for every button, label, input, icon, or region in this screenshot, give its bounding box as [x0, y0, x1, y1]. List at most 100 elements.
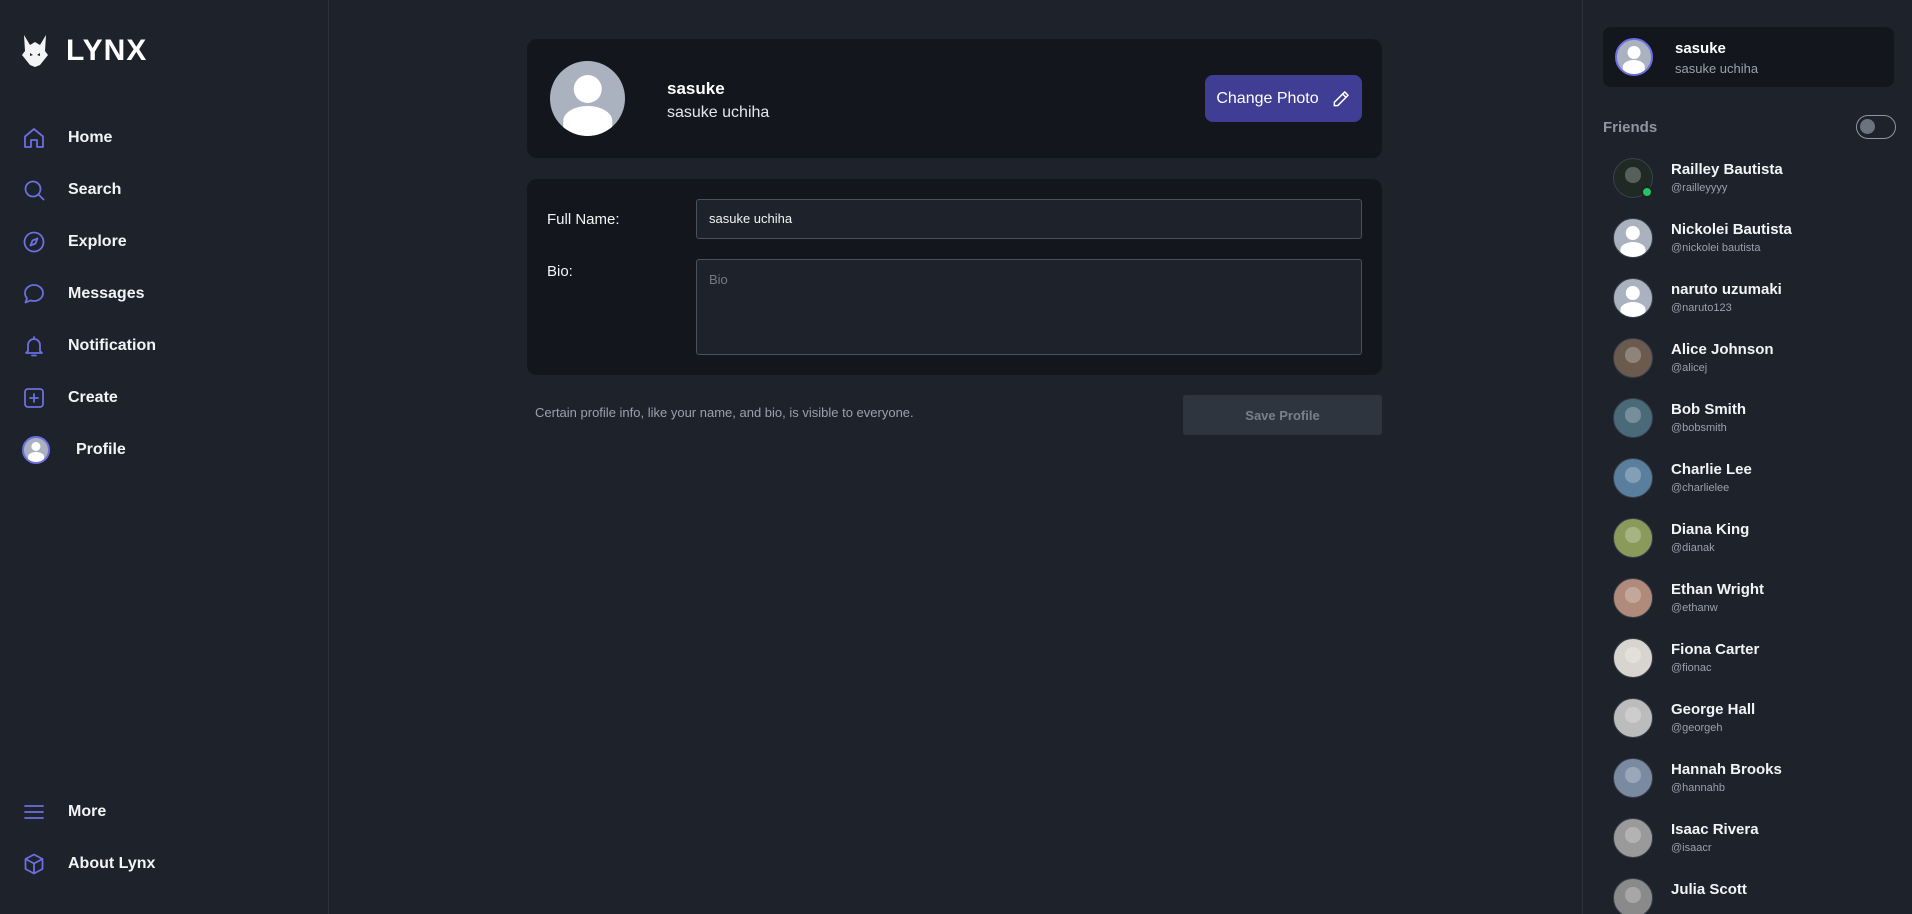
nav-item-notification[interactable]: Notification: [22, 320, 156, 372]
friend-name: Ethan Wright: [1671, 581, 1765, 598]
nav-label: Profile: [76, 441, 126, 458]
visibility-note: Certain profile info, like your name, an…: [535, 405, 914, 420]
friend-name: Bob Smith: [1671, 401, 1746, 418]
bio-textarea[interactable]: [696, 259, 1362, 355]
nav-label: More: [68, 803, 107, 820]
friend-item[interactable]: Nickolei Bautista @nickolei bautista: [1613, 218, 1893, 278]
nav-item-more[interactable]: More: [22, 786, 155, 838]
friend-avatar: [1613, 338, 1653, 378]
friend-avatar: [1613, 578, 1653, 618]
full-name-input[interactable]: sasuke uchiha: [696, 199, 1362, 239]
friend-avatar: [1613, 278, 1653, 318]
change-photo-button[interactable]: Change Photo: [1205, 75, 1362, 122]
profile-avatar: [550, 61, 625, 136]
current-full-name: sasuke uchiha: [1675, 61, 1759, 76]
profile-username: sasuke: [667, 79, 725, 98]
friend-item[interactable]: Hannah Brooks @hannahb: [1613, 758, 1893, 818]
nav-item-messages[interactable]: Messages: [22, 268, 156, 320]
pencil-icon: [1333, 90, 1349, 106]
nav-item-explore[interactable]: Explore: [22, 216, 156, 268]
bio-label: Bio:: [547, 263, 573, 280]
friend-name: Charlie Lee: [1671, 461, 1752, 478]
full-name-label: Full Name:: [547, 211, 620, 228]
friend-avatar: [1613, 698, 1653, 738]
friend-item[interactable]: Julia Scott: [1613, 878, 1893, 914]
nav-label: Create: [68, 389, 118, 406]
friend-item[interactable]: Charlie Lee @charlielee: [1613, 458, 1893, 518]
friend-name: George Hall: [1671, 701, 1756, 718]
search-icon: [24, 180, 45, 201]
friend-name: naruto uzumaki: [1671, 281, 1782, 298]
edit-profile-form: Full Name: sasuke uchiha Bio:: [527, 179, 1382, 375]
plus-square-icon: [24, 388, 44, 408]
friend-avatar: [1613, 758, 1653, 798]
friend-handle: @alicej: [1671, 362, 1708, 374]
profile-full-name: sasuke uchiha: [667, 104, 770, 121]
friend-handle: @charlielee: [1671, 482, 1730, 494]
friend-avatar: [1613, 878, 1653, 914]
friend-item[interactable]: Bob Smith @bobsmith: [1613, 398, 1893, 458]
current-user-card[interactable]: sasuke sasuke uchiha: [1603, 27, 1894, 87]
right-sidebar: sasuke sasuke uchiha Friends Railley Bau…: [1582, 0, 1912, 914]
bell-icon: [25, 336, 43, 357]
friend-handle: @bobsmith: [1671, 422, 1727, 434]
friends-heading: Friends: [1603, 119, 1658, 136]
message-icon: [24, 284, 44, 304]
friend-name: Isaac Rivera: [1671, 821, 1759, 838]
friend-name: Hannah Brooks: [1671, 761, 1782, 778]
brand-logo[interactable]: LYNX: [22, 34, 147, 68]
nav-label: Home: [68, 129, 113, 146]
friend-item[interactable]: George Hall @georgeh: [1613, 698, 1893, 758]
friend-item[interactable]: Fiona Carter @fionac: [1613, 638, 1893, 698]
friend-item[interactable]: Isaac Rivera @isaacr: [1613, 818, 1893, 878]
toggle-knob: [1860, 119, 1875, 134]
nav-label: Notification: [68, 337, 156, 354]
avatar: [1615, 38, 1653, 76]
lynx-logo-icon: [22, 35, 48, 67]
friend-item[interactable]: Alice Johnson @alicej: [1613, 338, 1893, 398]
friend-handle: @hannahb: [1671, 782, 1725, 794]
nav-label: Messages: [68, 285, 145, 302]
profile-header-card: sasuke sasuke uchiha Change Photo: [527, 39, 1382, 158]
friend-avatar: [1613, 518, 1653, 558]
friends-toggle[interactable]: [1856, 115, 1896, 139]
friend-name: Fiona Carter: [1671, 641, 1760, 658]
friend-name: Diana King: [1671, 521, 1750, 538]
change-photo-label: Change Photo: [1216, 89, 1319, 107]
friend-item[interactable]: Diana King @dianak: [1613, 518, 1893, 578]
friend-item[interactable]: Railley Bautista @railleyyyy: [1613, 158, 1893, 218]
nav-item-about[interactable]: About Lynx: [22, 838, 155, 890]
friend-handle: @georgeh: [1671, 722, 1723, 734]
friend-avatar: [1613, 398, 1653, 438]
friend-avatar: [1613, 458, 1653, 498]
friend-handle: @fionac: [1671, 662, 1712, 674]
online-status-indicator: [1641, 186, 1653, 198]
nav-item-profile[interactable]: Profile: [22, 424, 156, 476]
friend-item[interactable]: naruto uzumaki @naruto123: [1613, 278, 1893, 338]
nav-item-create[interactable]: Create: [22, 372, 156, 424]
friend-item[interactable]: Ethan Wright @ethanw: [1613, 578, 1893, 638]
save-profile-button[interactable]: Save Profile: [1183, 395, 1382, 435]
friend-name: Nickolei Bautista: [1671, 221, 1792, 238]
nav-label: Explore: [68, 233, 127, 250]
left-sidebar: LYNX Home Search Explore Messages Notifi…: [0, 0, 329, 914]
nav-item-search[interactable]: Search: [22, 164, 156, 216]
main-nav: Home Search Explore Messages Notificatio…: [22, 112, 156, 476]
nav-item-home[interactable]: Home: [22, 112, 156, 164]
compass-icon: [23, 231, 45, 253]
avatar: [22, 436, 50, 464]
nav-label: About Lynx: [68, 855, 156, 872]
nav-label: Search: [68, 181, 122, 198]
friend-name: Railley Bautista: [1671, 161, 1783, 178]
cube-icon: [24, 853, 44, 875]
friend-name: Julia Scott: [1671, 881, 1747, 898]
current-username: sasuke: [1675, 40, 1726, 57]
friend-handle: @naruto123: [1671, 302, 1732, 314]
home-icon: [24, 128, 44, 148]
friend-list: Railley Bautista @railleyyyy Nickolei Baut…: [1613, 158, 1893, 914]
friend-avatar: [1613, 818, 1653, 858]
friend-name: Alice Johnson: [1671, 341, 1774, 358]
bottom-nav: More About Lynx: [22, 786, 155, 890]
friend-handle: @ethanw: [1671, 602, 1718, 614]
friend-avatar: [1613, 218, 1653, 258]
